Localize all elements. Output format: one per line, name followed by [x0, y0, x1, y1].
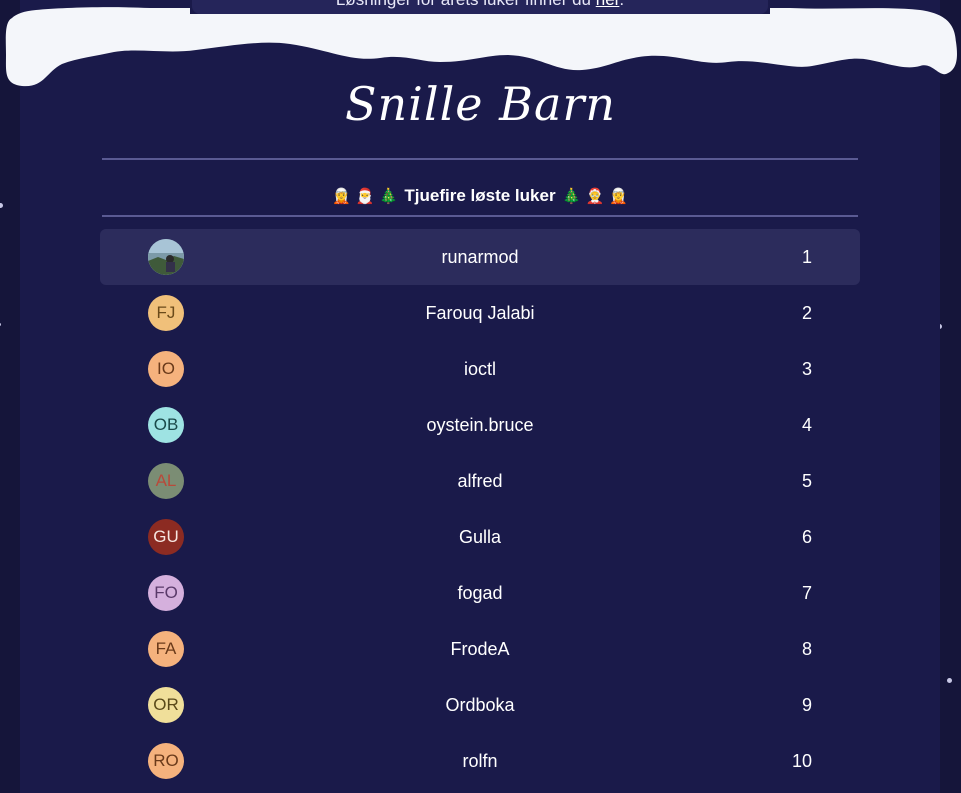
leaderboard-list: runarmod 1 FJ Farouq Jalabi 2 IO ioctl 3 OB oyste…: [100, 229, 860, 793]
leaderboard-row[interactable]: runarmod 1: [100, 229, 860, 285]
elf-santa-tree-icon: 🧝 🎅 🎄: [332, 187, 398, 205]
leaderboard-row[interactable]: GU Gulla 6: [100, 509, 860, 565]
avatar-initials: AL: [155, 471, 177, 490]
rank-number: 1: [801, 247, 812, 267]
rank-number: 7: [801, 583, 812, 603]
star-decoration: [947, 678, 952, 683]
rank-number: 2: [801, 303, 812, 323]
avatar: AL: [148, 463, 184, 499]
username: FrodeA: [450, 639, 510, 659]
subtitle-text: Tjuefire løste luker: [404, 186, 556, 205]
avatar-initials: OR: [153, 695, 179, 714]
avatar-initials: FO: [154, 583, 178, 602]
avatar: GU: [148, 519, 184, 555]
rank-number: 10: [791, 751, 812, 771]
leaderboard-row[interactable]: FO fogad 7: [100, 565, 860, 621]
avatar: FA: [148, 631, 184, 667]
leaderboard-row[interactable]: OR Ordboka 9: [100, 677, 860, 733]
rank-number: 4: [801, 415, 812, 435]
avatar-initials: RO: [153, 751, 179, 770]
avatar: IO: [148, 351, 184, 387]
rank-number: 3: [801, 359, 812, 379]
username: Ordboka: [445, 695, 515, 715]
avatar: RO: [148, 743, 184, 779]
username: Gulla: [458, 527, 502, 547]
divider-top: [102, 158, 858, 160]
avatar: OR: [148, 687, 184, 723]
leaderboard-row[interactable]: FA FrodeA 8: [100, 621, 860, 677]
leaderboard-row[interactable]: FJ Farouq Jalabi 2: [100, 285, 860, 341]
leaderboard-row[interactable]: OB oystein.bruce 4: [100, 397, 860, 453]
leaderboard-subtitle: 🧝 🎅 🎄 Tjuefire løste luker 🎄 🤶 🧝: [102, 179, 858, 213]
username: oystein.bruce: [426, 415, 534, 435]
site-title: Snille Barn: [345, 77, 616, 131]
username: rolfn: [462, 751, 498, 771]
username: runarmod: [441, 247, 519, 267]
avatar-initials: FA: [155, 639, 177, 658]
leaderboard-row[interactable]: AL alfred 5: [100, 453, 860, 509]
avatar: [148, 239, 184, 275]
rank-number: 5: [801, 471, 812, 491]
leaderboard-row[interactable]: IO ioctl 3: [100, 341, 860, 397]
username: ioctl: [463, 359, 496, 379]
avatar: OB: [148, 407, 184, 443]
rank-number: 8: [801, 639, 812, 659]
avatar-initials: IO: [157, 359, 175, 378]
rank-number: 9: [801, 695, 812, 715]
avatar-initials: OB: [153, 415, 179, 434]
rank-number: 6: [801, 527, 812, 547]
avatar: FO: [148, 575, 184, 611]
username: fogad: [457, 583, 503, 603]
tree-mrs-claus-elf-icon: 🎄 🤶 🧝: [562, 187, 628, 205]
username: alfred: [457, 471, 503, 491]
divider-bottom: [102, 215, 858, 217]
username: Farouq Jalabi: [425, 303, 535, 323]
avatar-initials: FJ: [156, 303, 176, 322]
avatar-initials: GU: [153, 527, 179, 546]
avatar: FJ: [148, 295, 184, 331]
leaderboard-row[interactable]: RO rolfn 10: [100, 733, 860, 789]
